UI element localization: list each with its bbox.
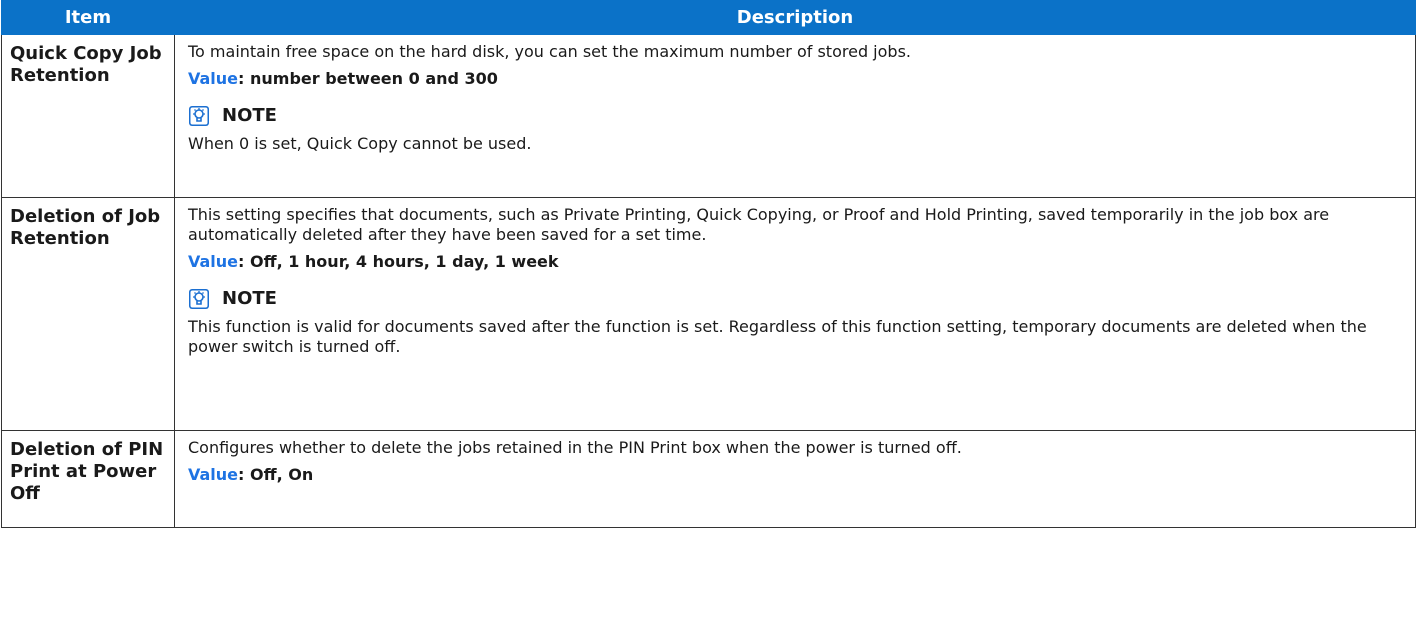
- note-text: This function is valid for documents sav…: [188, 317, 1367, 356]
- table-row: Deletion of PIN Print at Power Off Confi…: [1, 430, 1416, 528]
- item-cell: Deletion of PIN Print at Power Off: [1, 430, 175, 528]
- value-line: Value: Off, 1 hour, 4 hours, 1 day, 1 we…: [188, 252, 1401, 272]
- item-cell: Quick Copy Job Retention: [1, 34, 175, 198]
- note-lightbulb-icon: [189, 106, 209, 126]
- header-item: Item: [1, 0, 175, 35]
- description-text: To maintain free space on the hard disk,…: [188, 42, 911, 61]
- value-text: : number between 0 and 300: [238, 69, 498, 88]
- note-header: NOTE: [188, 288, 1401, 310]
- description-cell: This setting specifies that documents, s…: [174, 197, 1416, 431]
- table-header-row: Item Description: [1, 0, 1416, 35]
- value-text: : Off, 1 hour, 4 hours, 1 day, 1 week: [238, 252, 559, 271]
- value-line: Value: Off, On: [188, 465, 1401, 485]
- table-row: Deletion of Job Retention This setting s…: [1, 197, 1416, 431]
- value-label: Value: [188, 69, 239, 88]
- settings-table: Item Description Quick Copy Job Retentio…: [1, 0, 1416, 528]
- value-label: Value: [188, 252, 239, 271]
- table-row: Quick Copy Job Retention To maintain fre…: [1, 34, 1416, 198]
- description-text: Configures whether to delete the jobs re…: [188, 438, 962, 457]
- description-text: This setting specifies that documents, s…: [188, 205, 1330, 244]
- note-title: NOTE: [222, 288, 277, 309]
- item-cell: Deletion of Job Retention: [1, 197, 175, 431]
- note-text: When 0 is set, Quick Copy cannot be used…: [188, 134, 532, 153]
- value-label: Value: [188, 465, 239, 484]
- note-title: NOTE: [222, 105, 277, 126]
- value-line: Value: number between 0 and 300: [188, 69, 1401, 89]
- value-text: : Off, On: [238, 465, 314, 484]
- header-description: Description: [174, 0, 1416, 35]
- note-header: NOTE: [188, 105, 1401, 127]
- description-cell: Configures whether to delete the jobs re…: [174, 430, 1416, 528]
- description-cell: To maintain free space on the hard disk,…: [174, 34, 1416, 198]
- note-lightbulb-icon: [189, 289, 209, 309]
